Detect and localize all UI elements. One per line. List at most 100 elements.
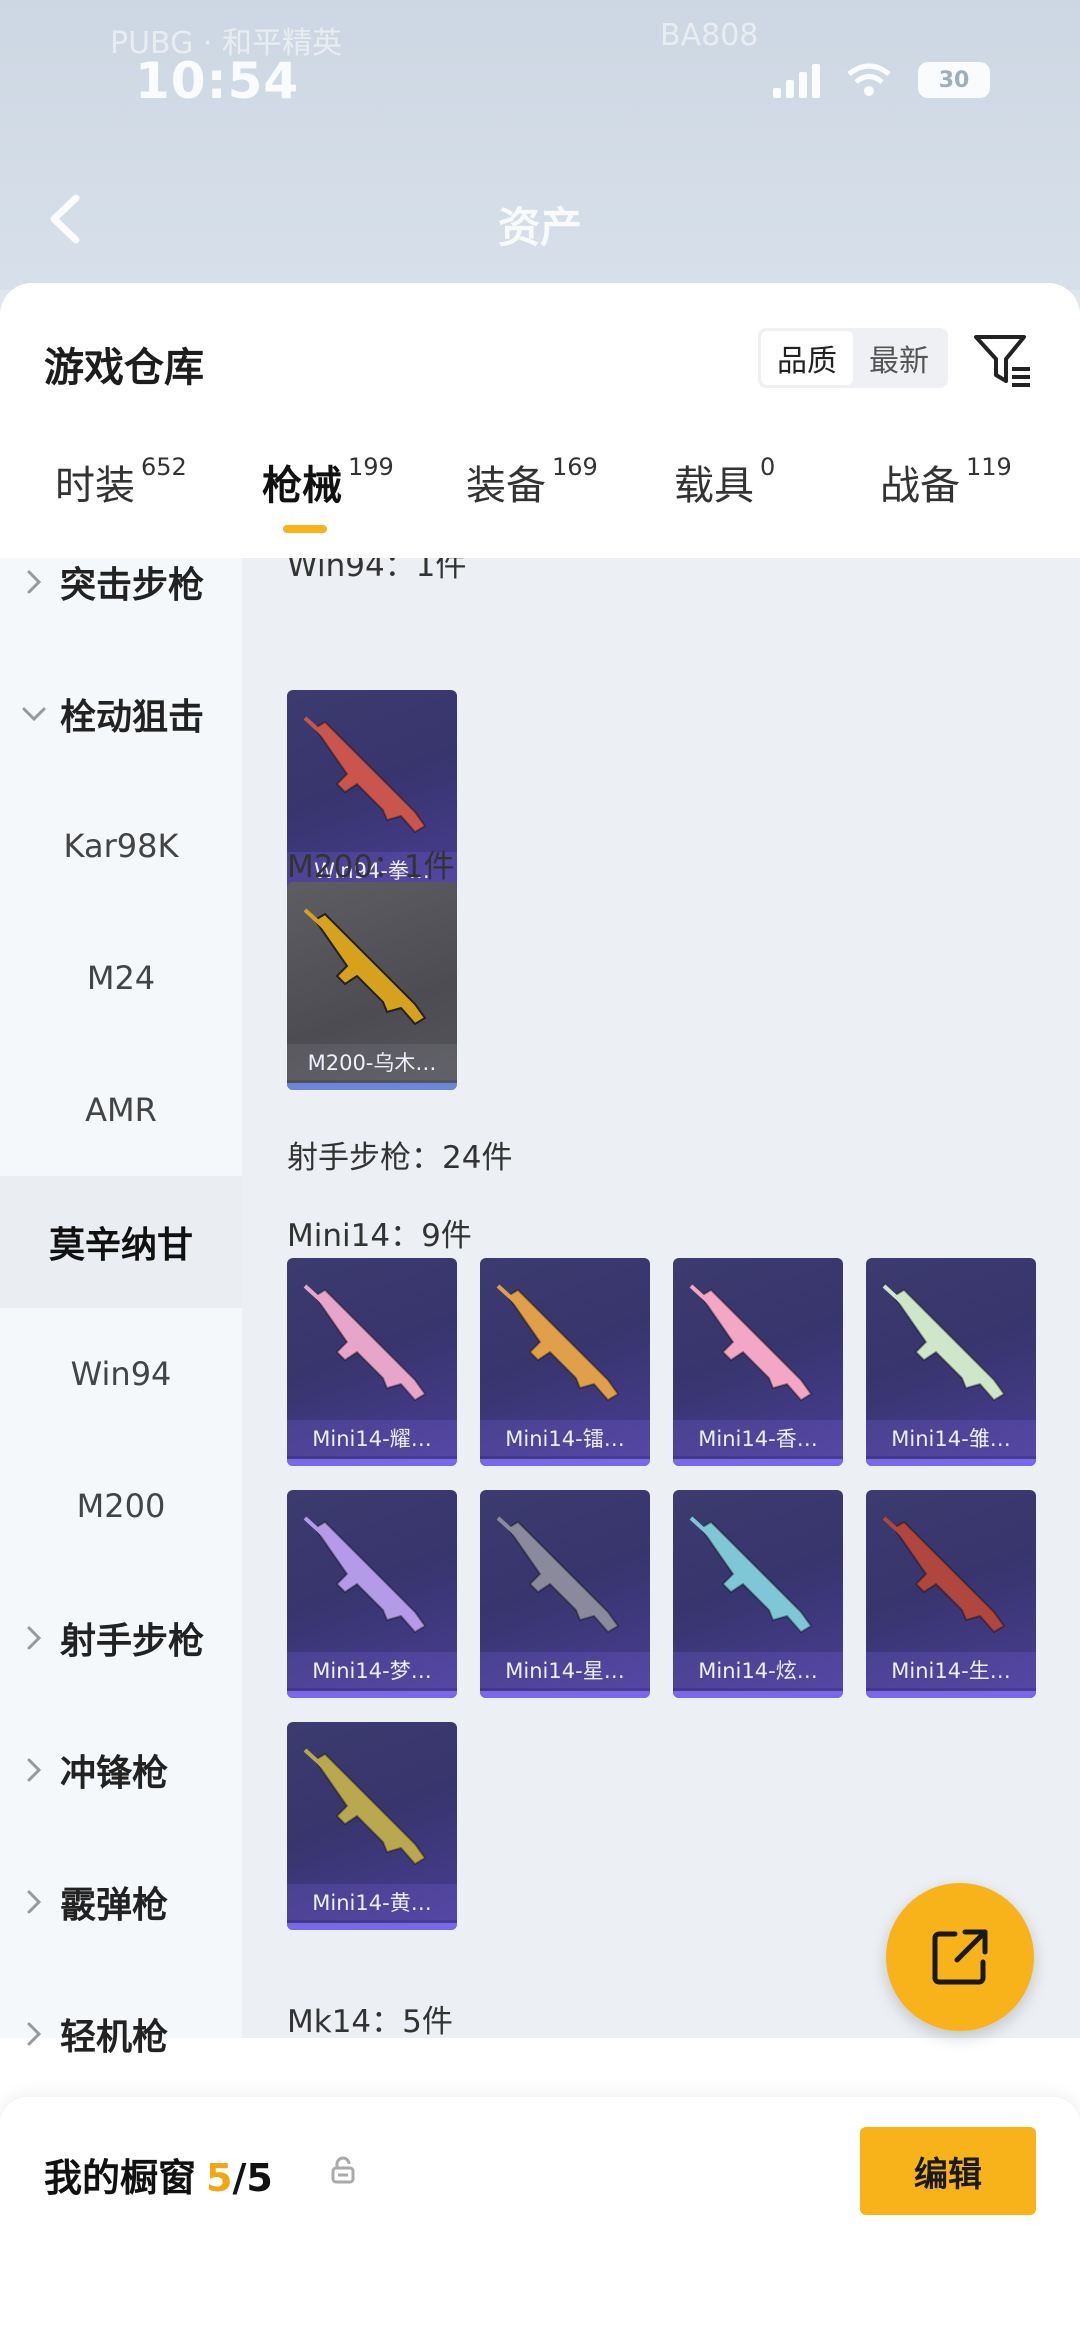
weapon-name: Mini14-生… bbox=[866, 1652, 1036, 1688]
sidebar-item-label: AMR bbox=[85, 1091, 157, 1129]
tab-fashion[interactable]: 时装 652 bbox=[55, 453, 187, 511]
weapon-name: Mini14-香… bbox=[673, 1420, 843, 1456]
share-icon bbox=[932, 1929, 988, 1985]
chevron-right-icon bbox=[27, 2022, 42, 2046]
sidebar-item[interactable]: 莫辛纳甘 bbox=[0, 1176, 242, 1308]
tab-count: 0 bbox=[760, 453, 776, 481]
active-tab-indicator bbox=[283, 525, 327, 533]
rarity-bar bbox=[866, 1459, 1036, 1466]
sort-toggle: 品质 最新 bbox=[758, 328, 948, 388]
status-icons: 30 bbox=[773, 62, 990, 98]
rarity-bar bbox=[673, 1459, 843, 1466]
share-button[interactable] bbox=[886, 1883, 1034, 2031]
section-title: 射手步枪：24件 bbox=[287, 1140, 513, 1176]
weapon-card[interactable]: Mini14-星… bbox=[480, 1490, 650, 1698]
sidebar-item-label: 射手步枪 bbox=[60, 1621, 205, 1662]
sort-quality-button[interactable]: 品质 bbox=[761, 331, 853, 385]
page-title: 游戏仓库 bbox=[44, 345, 204, 391]
rarity-bar bbox=[866, 1691, 1036, 1698]
weapon-card[interactable]: Mini14-黄… bbox=[287, 1722, 457, 1930]
tab-supplies[interactable]: 战备 119 bbox=[880, 453, 1012, 511]
nav-title: 资产 bbox=[497, 203, 582, 252]
showcase-bar: 我的橱窗 5 /5 编辑 bbox=[0, 2097, 1080, 2341]
tab-firearms[interactable]: 枪械 199 bbox=[262, 453, 394, 511]
sidebar-item[interactable]: Win94 bbox=[0, 1308, 242, 1440]
chevron-right-icon bbox=[27, 570, 42, 594]
weapon-skin-icon bbox=[496, 1516, 620, 1634]
weapon-card[interactable]: Mini14-雏… bbox=[866, 1258, 1036, 1466]
rarity-bar bbox=[673, 1691, 843, 1698]
section-title: Mk14：5件 bbox=[287, 2004, 453, 2038]
weapon-name: M200-乌木… bbox=[287, 1044, 457, 1080]
weapon-card[interactable]: Mini14-炫… bbox=[673, 1490, 843, 1698]
tab-count: 119 bbox=[966, 453, 1012, 481]
showcase-count-total: /5 bbox=[232, 2156, 273, 2200]
sidebar-item[interactable]: 霰弹枪 bbox=[0, 1836, 242, 1968]
weapon-name: Mini14-耀… bbox=[287, 1420, 457, 1456]
weapon-card[interactable]: Mini14-镭… bbox=[480, 1258, 650, 1466]
tab-count: 652 bbox=[141, 453, 187, 481]
sidebar-item-label: 轻机枪 bbox=[60, 2017, 169, 2058]
rarity-bar bbox=[480, 1691, 650, 1698]
sidebar-item[interactable]: M200 bbox=[0, 1440, 242, 1572]
weapon-card[interactable]: Mini14-香… bbox=[673, 1258, 843, 1466]
top-header: PUBG · 和平精英 BA808 10:54 30 资产 bbox=[0, 0, 1080, 290]
weapon-card[interactable]: Mini14-生… bbox=[866, 1490, 1036, 1698]
sheet-header: 游戏仓库 品质 最新 bbox=[0, 283, 1080, 433]
sidebar-item-label: 霰弹枪 bbox=[60, 1885, 169, 1926]
weapon-skin-icon bbox=[689, 1284, 813, 1402]
weapon-name: Mini14-炫… bbox=[673, 1652, 843, 1688]
sidebar-item[interactable]: M24 bbox=[0, 912, 242, 1044]
rarity-bar bbox=[480, 1459, 650, 1466]
battery-icon: 30 bbox=[918, 62, 990, 98]
filter-icon[interactable] bbox=[972, 329, 1032, 389]
tab-label: 装备 bbox=[466, 463, 546, 509]
weapon-skin-icon bbox=[303, 1516, 427, 1634]
showcase-label: 我的橱窗 bbox=[44, 2156, 197, 2200]
weapon-name: Mini14-雏… bbox=[866, 1420, 1036, 1456]
rarity-bar bbox=[287, 1691, 457, 1698]
weapon-category-list: 突击步枪栓动狙击 Kar98K M24 AMR 莫辛纳甘 Win94 M200 射手步枪冲锋枪… bbox=[0, 558, 242, 2058]
tab-equipment[interactable]: 装备 169 bbox=[466, 453, 598, 511]
tab-label: 枪械 bbox=[262, 463, 342, 509]
section-title: Win94：1件 bbox=[287, 558, 467, 584]
lock-icon bbox=[331, 2156, 355, 2184]
tab-vehicles[interactable]: 载具 0 bbox=[674, 453, 775, 511]
weapon-name: Mini14-梦… bbox=[287, 1652, 457, 1688]
sidebar-item[interactable]: AMR bbox=[0, 1044, 242, 1176]
ghost-text-right: BA808 bbox=[660, 18, 759, 53]
sidebar-item[interactable]: 栓动狙击 bbox=[0, 648, 242, 780]
sidebar-item[interactable]: 轻机枪 bbox=[0, 1968, 242, 2100]
weapon-skin-icon bbox=[882, 1516, 1006, 1634]
sidebar-item-label: 莫辛纳甘 bbox=[48, 1225, 193, 1266]
weapon-skin-icon bbox=[303, 1748, 427, 1866]
rarity-bar bbox=[287, 1083, 457, 1090]
sidebar-item-label: 栓动狙击 bbox=[60, 697, 205, 738]
sort-newest-button[interactable]: 最新 bbox=[853, 331, 945, 385]
sidebar-item-label: 冲锋枪 bbox=[60, 1753, 169, 1794]
rarity-bar bbox=[287, 1459, 457, 1466]
tab-label: 战备 bbox=[880, 463, 960, 509]
status-time: 10:54 bbox=[135, 52, 300, 110]
section-title: M200：1件 bbox=[287, 849, 455, 885]
sidebar-item[interactable]: 射手步枪 bbox=[0, 1572, 242, 1704]
sidebar-item[interactable]: Kar98K bbox=[0, 780, 242, 912]
chevron-right-icon bbox=[27, 1626, 42, 1650]
sidebar-item-label: M24 bbox=[86, 959, 156, 997]
sidebar-item-label: 突击步枪 bbox=[60, 565, 205, 606]
weapon-name: Mini14-镭… bbox=[480, 1420, 650, 1456]
edit-button[interactable]: 编辑 bbox=[860, 2127, 1036, 2215]
weapon-card[interactable]: Mini14-耀… bbox=[287, 1258, 457, 1466]
weapon-skin-icon bbox=[882, 1284, 1006, 1402]
sidebar-item-label: Win94 bbox=[70, 1355, 172, 1393]
sidebar-item-label: Kar98K bbox=[63, 827, 179, 865]
signal-icon bbox=[773, 62, 820, 98]
sidebar-item[interactable]: 冲锋枪 bbox=[0, 1704, 242, 1836]
weapon-card[interactable]: Mini14-梦… bbox=[287, 1490, 457, 1698]
chevron-right-icon bbox=[27, 1758, 42, 1782]
weapon-skin-icon bbox=[303, 716, 427, 834]
rarity-bar bbox=[287, 1923, 457, 1930]
sidebar-item[interactable]: 突击步枪 bbox=[0, 516, 242, 648]
weapon-card[interactable]: M200-乌木… bbox=[287, 882, 457, 1090]
tab-count: 169 bbox=[552, 453, 598, 481]
